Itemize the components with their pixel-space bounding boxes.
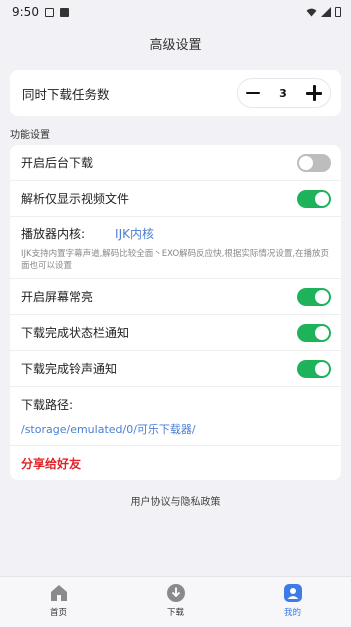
- toggle-knob: [315, 289, 329, 304]
- battery-icon: [335, 7, 341, 17]
- toggle-knob: [315, 361, 329, 376]
- wifi-icon: [306, 8, 317, 17]
- home-icon: [49, 583, 69, 603]
- nav-label-home: 首页: [49, 608, 67, 618]
- setting-download-path[interactable]: 下载路径: /storage/emulated/0/可乐下载器/: [10, 387, 341, 446]
- setting-label: 下载完成铃声通知: [21, 362, 118, 376]
- nav-label-mine: 我的: [283, 608, 301, 618]
- concurrent-downloads-label: 同时下载任务数: [22, 86, 110, 102]
- screen-on-toggle[interactable]: [297, 287, 331, 306]
- app-notification-icon: [59, 7, 69, 17]
- setting-notify-sound[interactable]: 下载完成铃声通知: [10, 351, 341, 387]
- section-label: 功能设置: [10, 130, 50, 141]
- nav-item-home[interactable]: 首页: [19, 577, 99, 627]
- toggle-knob: [315, 191, 329, 206]
- bottom-nav: 首页 下载 我的: [0, 576, 351, 627]
- setting-label: 开启屏幕常亮: [21, 290, 94, 304]
- plus-icon[interactable]: [306, 85, 322, 101]
- status-bar: 9:50: [0, 0, 351, 24]
- status-left: 9:50: [12, 5, 69, 19]
- notify-sound-toggle[interactable]: [297, 359, 331, 378]
- profile-icon: [283, 583, 303, 603]
- page-title: 高级设置: [149, 37, 202, 53]
- setting-background-download[interactable]: 开启后台下载: [10, 145, 341, 181]
- player-core-line: 播放器内核: IJK内核: [21, 225, 331, 242]
- download-path-label: 下载路径:: [21, 398, 74, 412]
- toggle-knob: [315, 325, 329, 340]
- privacy-policy-link[interactable]: 用户协议与隐私政策: [0, 493, 351, 508]
- status-time: 9:50: [12, 5, 39, 19]
- setting-notify-statusbar[interactable]: 下载完成状态栏通知: [10, 315, 341, 351]
- background-download-toggle[interactable]: [297, 153, 331, 172]
- title-bar: 高级设置: [0, 24, 351, 62]
- concurrent-downloads-count: 3: [279, 86, 287, 100]
- toggle-knob: [299, 155, 313, 170]
- setting-label: 开启后台下载: [21, 156, 94, 170]
- download-path-value[interactable]: /storage/emulated/0/可乐下载器/: [21, 421, 331, 437]
- setting-player-core: 播放器内核: IJK内核 IJK支持内置字幕声道,解码比较全面丶EXO解码反应快…: [10, 217, 341, 279]
- setting-parse-video-only[interactable]: 解析仅显示视频文件: [10, 181, 341, 217]
- status-right: [306, 7, 341, 17]
- setting-label: 解析仅显示视频文件: [21, 192, 130, 206]
- notify-statusbar-toggle[interactable]: [297, 323, 331, 342]
- download-icon: [166, 583, 186, 603]
- notification-icon: [44, 7, 54, 17]
- player-core-description: IJK支持内置字幕声道,解码比较全面丶EXO解码反应快,根据实际情况设置,在播放…: [21, 249, 330, 271]
- settings-card: 开启后台下载 解析仅显示视频文件 播放器内核: IJK内核 IJK支持内置字幕声…: [10, 145, 341, 480]
- share-to-friends-button[interactable]: 分享给好友: [10, 446, 341, 480]
- parse-video-only-toggle[interactable]: [297, 189, 331, 208]
- minus-icon[interactable]: [246, 91, 260, 95]
- concurrent-downloads-stepper: 3: [237, 78, 331, 108]
- concurrent-downloads-card: 同时下载任务数 3: [10, 70, 341, 116]
- signal-icon: [321, 7, 331, 17]
- nav-item-mine[interactable]: 我的: [253, 577, 333, 627]
- setting-screen-on[interactable]: 开启屏幕常亮: [10, 279, 341, 315]
- share-label: 分享给好友: [21, 456, 82, 471]
- player-core-value[interactable]: IJK内核: [115, 225, 154, 242]
- nav-item-download[interactable]: 下载: [136, 577, 216, 627]
- setting-label: 下载完成状态栏通知: [21, 326, 130, 340]
- nav-label-download: 下载: [166, 608, 184, 618]
- player-core-label: 播放器内核:: [21, 227, 86, 241]
